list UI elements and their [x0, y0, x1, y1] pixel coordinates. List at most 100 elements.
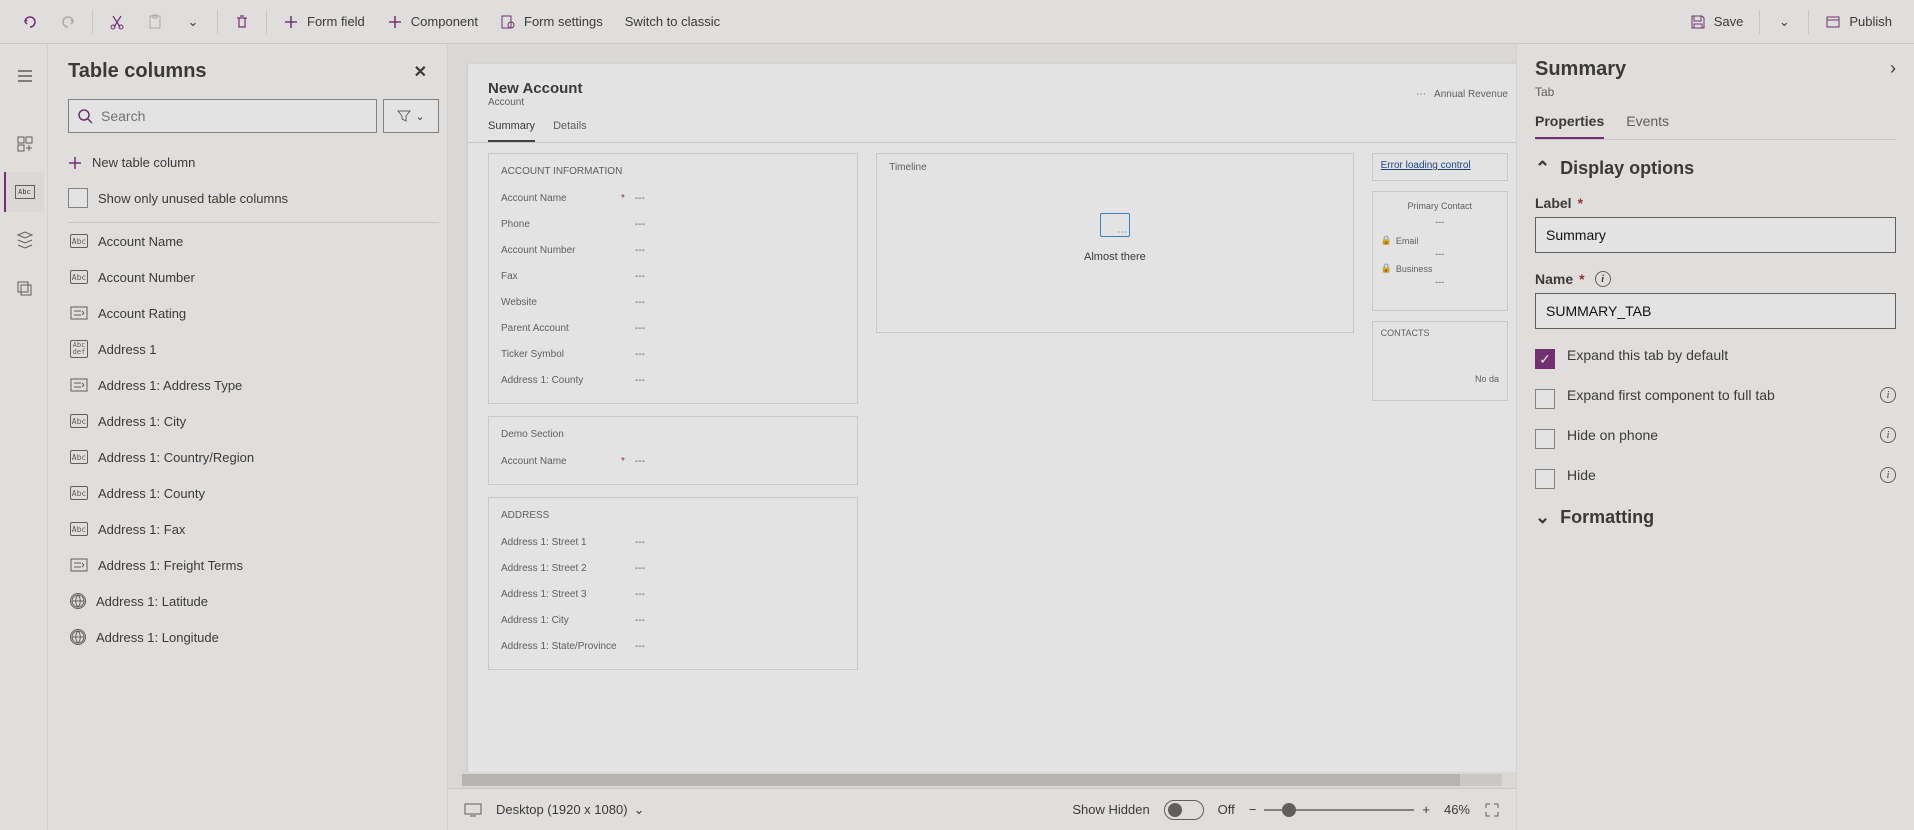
form-field-row[interactable]: Address 1: Street 2---: [501, 555, 845, 581]
rp-hide-phone-checkbox[interactable]: [1535, 429, 1555, 449]
search-input[interactable]: [101, 108, 368, 124]
column-item[interactable]: AbcAddress 1: Fax: [68, 511, 439, 547]
column-item[interactable]: Address 1: Freight Terms: [68, 547, 439, 583]
card-contacts[interactable]: CONTACTS No da: [1372, 321, 1508, 401]
column-item-label: Address 1: Address Type: [98, 378, 242, 393]
new-table-column-button[interactable]: New table column: [68, 147, 439, 178]
rp-hide-row[interactable]: Hide i: [1535, 467, 1896, 489]
column-item[interactable]: AbcAddress 1: County: [68, 475, 439, 511]
timeline-caption: Almost there: [1084, 251, 1146, 263]
column-list[interactable]: AbcAccount NameAbcAccount NumberAccount …: [68, 222, 439, 830]
rp-tab-events[interactable]: Events: [1626, 113, 1669, 139]
form-field-row[interactable]: Fax---: [501, 263, 845, 289]
rp-tab-properties[interactable]: Properties: [1535, 113, 1604, 139]
form-field-row[interactable]: Address 1: City---: [501, 607, 845, 633]
info-icon[interactable]: i: [1595, 271, 1611, 287]
command-bar: ⌄ Form field Component Form settings Swi…: [0, 0, 1914, 44]
section-timeline[interactable]: Timeline Almost there: [876, 153, 1353, 333]
plus-icon: [387, 14, 403, 30]
publish-icon: [1825, 14, 1841, 30]
save-icon: [1690, 14, 1706, 30]
form-field-row[interactable]: Account Name*---: [501, 185, 845, 211]
section-account-info[interactable]: ACCOUNT INFORMATION Account Name*---Phon…: [488, 153, 858, 404]
form-tab-details[interactable]: Details: [553, 120, 587, 142]
section-address[interactable]: ADDRESS Address 1: Street 1---Address 1:…: [488, 497, 858, 670]
column-item[interactable]: Account Rating: [68, 295, 439, 331]
chevron-right-icon[interactable]: ›: [1890, 58, 1896, 79]
rp-name-input[interactable]: [1535, 293, 1896, 329]
search-input-wrapper[interactable]: [68, 99, 377, 133]
form-field-row[interactable]: Ticker Symbol---: [501, 341, 845, 367]
delete-button[interactable]: [224, 4, 260, 40]
zoom-slider[interactable]: − +: [1249, 802, 1430, 817]
publish-button[interactable]: Publish: [1815, 4, 1902, 40]
device-selector[interactable]: Desktop (1920 x 1080)⌄: [496, 802, 644, 818]
form-field-row[interactable]: Account Name*---: [501, 448, 845, 474]
close-icon[interactable]: ✕: [414, 62, 427, 82]
rail-libraries[interactable]: [4, 268, 44, 308]
form-settings-button[interactable]: Form settings: [490, 4, 613, 40]
save-dropdown[interactable]: ⌄: [1766, 4, 1802, 40]
redo-button[interactable]: [50, 4, 86, 40]
zoom-out-icon[interactable]: −: [1249, 802, 1257, 817]
column-item[interactable]: AbcAccount Name: [68, 223, 439, 259]
column-item[interactable]: AbcAddress 1: Country/Region: [68, 439, 439, 475]
rp-section-display-options[interactable]: ⌃ Display options: [1535, 158, 1896, 179]
form-tab-summary[interactable]: Summary: [488, 120, 535, 142]
form-field-row[interactable]: Address 1: County---: [501, 367, 845, 393]
rp-section-formatting[interactable]: ⌄ Formatting: [1535, 507, 1896, 528]
canvas-horizontal-scrollbar[interactable]: [448, 772, 1516, 788]
form-field-row[interactable]: Website---: [501, 289, 845, 315]
unused-only-checkbox-row[interactable]: Show only unused table columns: [68, 178, 439, 222]
form-field-row[interactable]: Account Number---: [501, 237, 845, 263]
add-form-field-button[interactable]: Form field: [273, 4, 375, 40]
column-item-label: Address 1: Latitude: [96, 594, 208, 609]
card-error[interactable]: Error loading control: [1372, 153, 1508, 181]
rail-table-columns[interactable]: Abc: [4, 172, 44, 212]
add-component-button[interactable]: Component: [377, 4, 488, 40]
column-item[interactable]: AbcdefAddress 1: [68, 331, 439, 367]
form-field-row[interactable]: Address 1: Street 3---: [501, 581, 845, 607]
info-icon[interactable]: i: [1880, 427, 1896, 443]
zoom-in-icon[interactable]: +: [1422, 802, 1430, 817]
paste-dropdown[interactable]: ⌄: [175, 4, 211, 40]
form-field-row[interactable]: Phone---: [501, 211, 845, 237]
column-item[interactable]: AbcAccount Number: [68, 259, 439, 295]
rp-expand-default-row[interactable]: ✓ Expand this tab by default: [1535, 347, 1896, 369]
unused-only-checkbox[interactable]: [68, 188, 88, 208]
switch-classic-button[interactable]: Switch to classic: [615, 4, 730, 40]
rail-tree[interactable]: [4, 220, 44, 260]
rp-expand-first-checkbox[interactable]: [1535, 389, 1555, 409]
error-link[interactable]: Error loading control: [1381, 160, 1471, 171]
rail-components[interactable]: [4, 124, 44, 164]
form-preview[interactable]: New Account Account ⋯ Annual Revenue Sum…: [468, 64, 1516, 772]
properties-panel: Summary › Tab Properties Events ⌃ Displa…: [1516, 44, 1914, 830]
form-field-row[interactable]: Address 1: State/Province---: [501, 633, 845, 659]
filter-button[interactable]: ⌄: [383, 99, 439, 133]
column-item[interactable]: AbcAddress 1: City: [68, 403, 439, 439]
form-field-row[interactable]: Address 1: Street 1---: [501, 529, 845, 555]
paste-button[interactable]: [137, 4, 173, 40]
column-item[interactable]: Address 1: Address Type: [68, 367, 439, 403]
save-button[interactable]: Save: [1680, 4, 1754, 40]
info-icon[interactable]: i: [1880, 467, 1896, 483]
column-item[interactable]: Address 1: Longitude: [68, 619, 439, 655]
rp-hide-checkbox[interactable]: [1535, 469, 1555, 489]
form-entity: Account: [488, 97, 582, 108]
show-hidden-toggle[interactable]: [1164, 800, 1204, 820]
rp-expand-default-checkbox[interactable]: ✓: [1535, 349, 1555, 369]
column-item[interactable]: Address 1: Latitude: [68, 583, 439, 619]
plus-icon: [68, 156, 82, 170]
fit-icon[interactable]: [1484, 802, 1500, 818]
rp-label-input[interactable]: [1535, 217, 1896, 253]
canvas-scroll[interactable]: New Account Account ⋯ Annual Revenue Sum…: [448, 44, 1516, 772]
cut-button[interactable]: [99, 4, 135, 40]
card-primary-contact[interactable]: Primary Contact --- 🔒Email --- 🔒Business…: [1372, 191, 1508, 311]
undo-button[interactable]: [12, 4, 48, 40]
section-demo[interactable]: Demo Section Account Name*---: [488, 416, 858, 485]
rail-hamburger[interactable]: [4, 56, 44, 96]
info-icon[interactable]: i: [1880, 387, 1896, 403]
rp-expand-first-row[interactable]: Expand first component to full tab i: [1535, 387, 1896, 409]
rp-hide-phone-row[interactable]: Hide on phone i: [1535, 427, 1896, 449]
form-field-row[interactable]: Parent Account---: [501, 315, 845, 341]
